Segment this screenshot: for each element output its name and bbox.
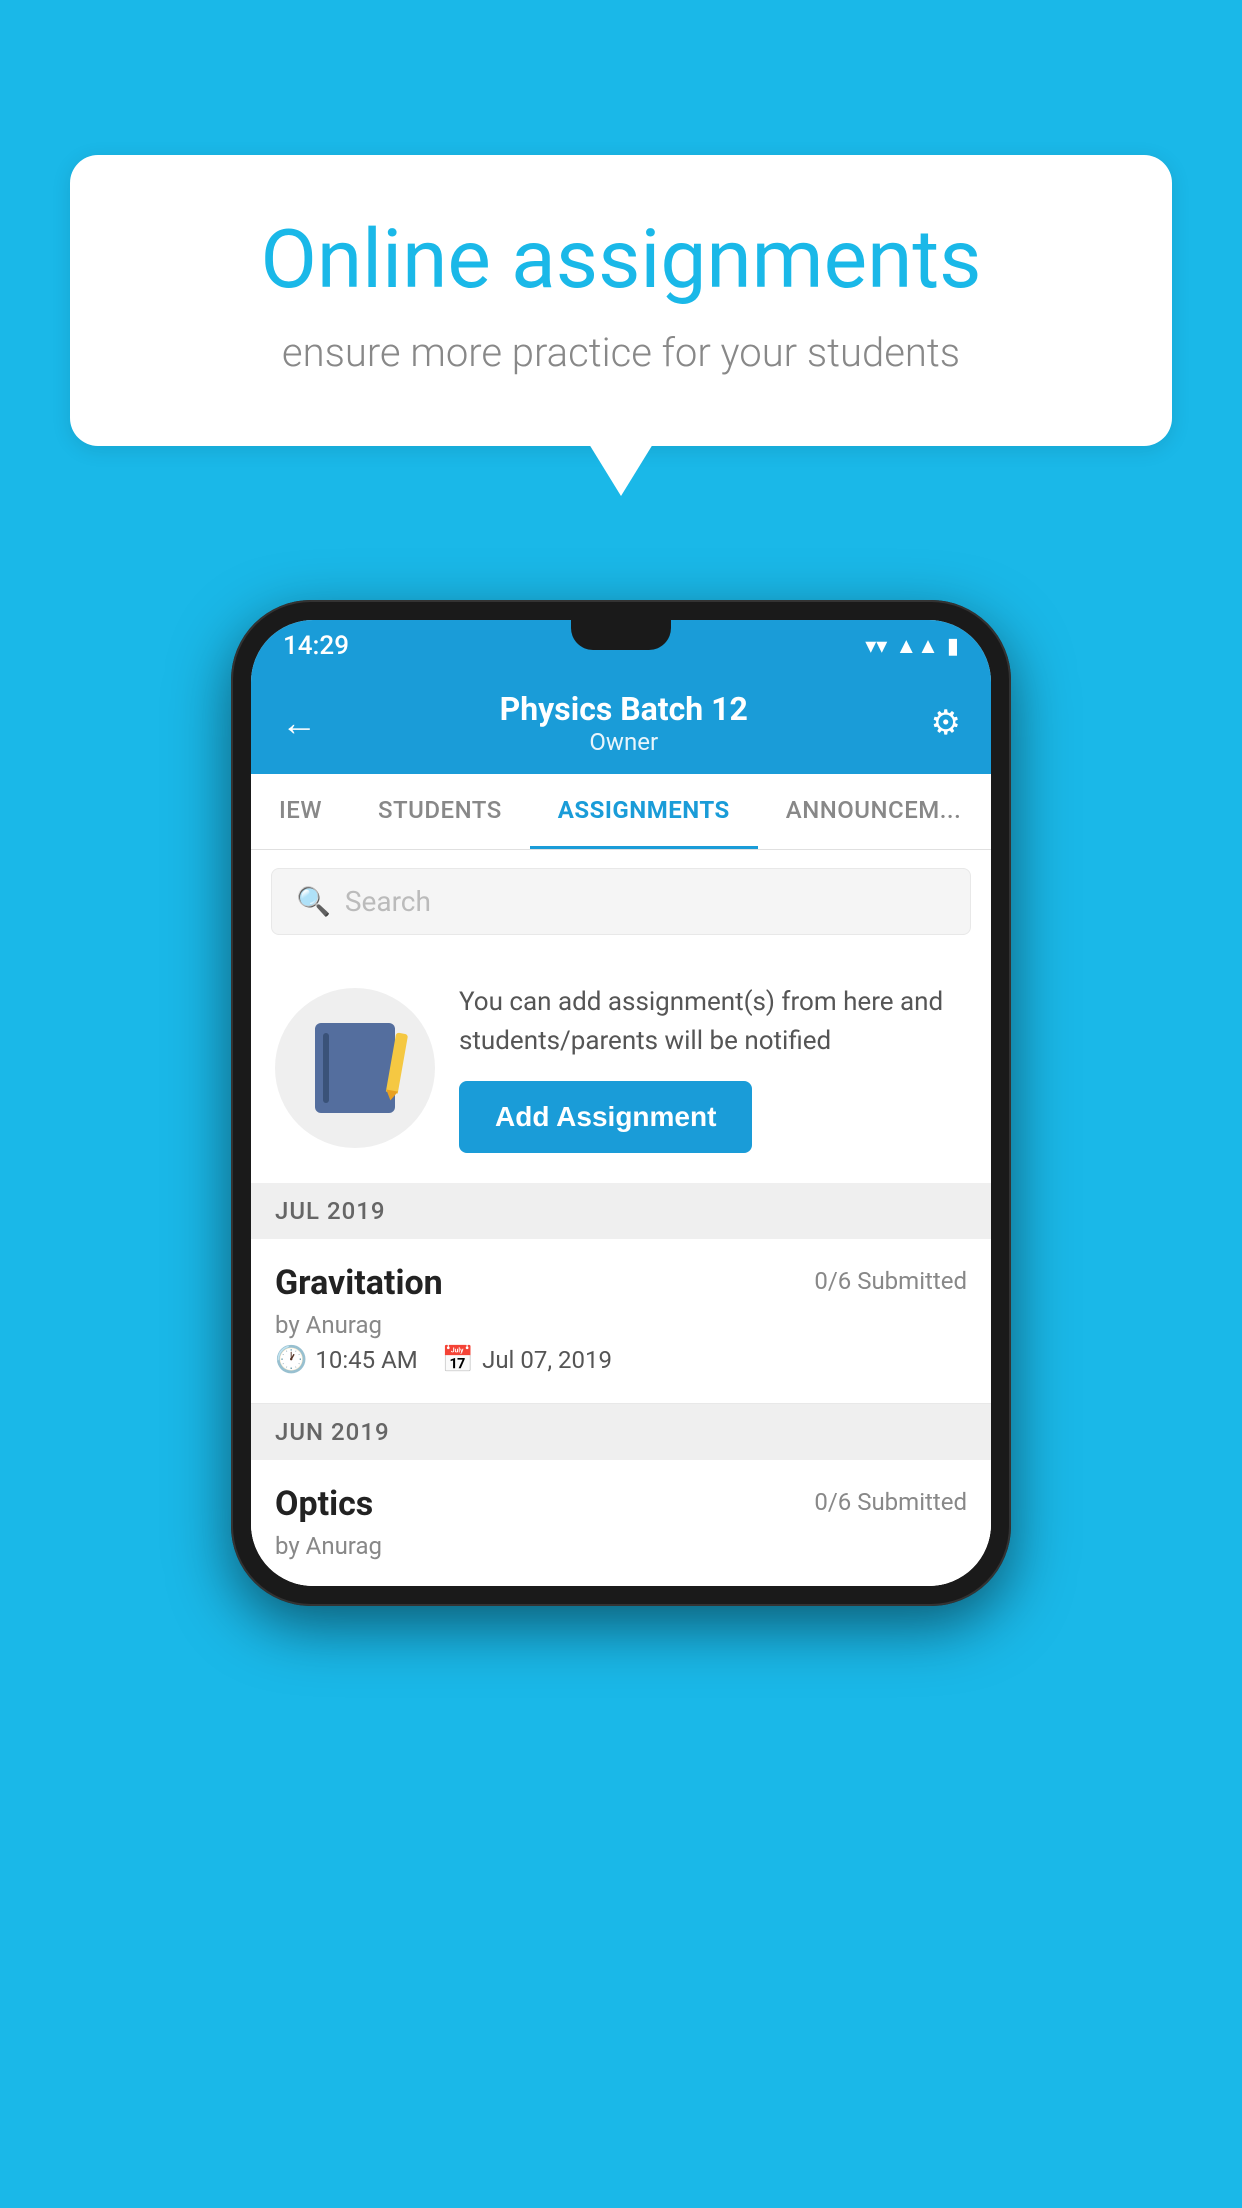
speech-bubble-card: Online assignments ensure more practice … xyxy=(70,155,1172,446)
section-header-jul: JUL 2019 xyxy=(251,1183,991,1239)
assignment-by-gravitation: by Anurag xyxy=(275,1311,967,1339)
promo-description: You can add assignment(s) from here and … xyxy=(459,983,967,1061)
header-center: Physics Batch 12 Owner xyxy=(500,690,748,756)
tab-students[interactable]: STUDENTS xyxy=(350,774,530,849)
search-bar[interactable]: 🔍 Search xyxy=(271,868,971,935)
assignment-submitted-gravitation: 0/6 Submitted xyxy=(814,1267,967,1295)
assignment-optics[interactable]: Optics 0/6 Submitted by Anurag xyxy=(251,1460,991,1586)
clock-icon: 🕐 xyxy=(275,1345,307,1375)
add-assignment-button[interactable]: Add Assignment xyxy=(459,1081,752,1153)
phone-notch xyxy=(571,620,671,650)
notebook-icon xyxy=(315,1023,395,1113)
promo-section: You can add assignment(s) from here and … xyxy=(251,953,991,1183)
section-header-jun: JUN 2019 xyxy=(251,1404,991,1460)
assignment-by-optics: by Anurag xyxy=(275,1532,967,1560)
batch-subtitle: Owner xyxy=(500,728,748,756)
search-bar-wrapper: 🔍 Search xyxy=(251,850,991,953)
assignment-details-gravitation: 🕐 10:45 AM 📅 Jul 07, 2019 xyxy=(275,1345,967,1375)
assignment-optics-top-row: Optics 0/6 Submitted xyxy=(275,1484,967,1524)
bubble-subtitle: ensure more practice for your students xyxy=(150,329,1092,376)
calendar-icon: 📅 xyxy=(442,1345,474,1375)
status-time: 14:29 xyxy=(283,631,349,661)
tab-iew[interactable]: IEW xyxy=(251,774,350,849)
pencil-icon xyxy=(386,1032,408,1093)
speech-bubble-tail xyxy=(589,444,653,496)
assignment-gravitation[interactable]: Gravitation 0/6 Submitted by Anurag 🕐 10… xyxy=(251,1239,991,1404)
search-icon: 🔍 xyxy=(296,885,331,918)
assignment-date-gravitation: 📅 Jul 07, 2019 xyxy=(442,1345,612,1375)
tab-announcements[interactable]: ANNOUNCEM... xyxy=(758,774,989,849)
assignment-submitted-optics: 0/6 Submitted xyxy=(814,1488,967,1516)
tabs-bar: IEW STUDENTS ASSIGNMENTS ANNOUNCEM... xyxy=(251,774,991,850)
promo-icon-circle xyxy=(275,988,435,1148)
assignment-title-optics: Optics xyxy=(275,1484,373,1524)
search-placeholder[interactable]: Search xyxy=(345,885,431,918)
app-header: ← Physics Batch 12 Owner ⚙ xyxy=(251,672,991,774)
phone-outer: 14:29 ▾▾ ▲▲ ▮ ← Physics Batch 12 Owner ⚙… xyxy=(231,600,1011,1606)
speech-bubble-section: Online assignments ensure more practice … xyxy=(70,155,1172,496)
status-icons: ▾▾ ▲▲ ▮ xyxy=(865,633,959,659)
assignment-time-gravitation: 🕐 10:45 AM xyxy=(275,1345,418,1375)
battery-icon: ▮ xyxy=(947,634,959,659)
wifi-icon: ▾▾ xyxy=(865,634,887,659)
assignment-top-row: Gravitation 0/6 Submitted xyxy=(275,1263,967,1303)
assignment-title-gravitation: Gravitation xyxy=(275,1263,443,1303)
promo-text-section: You can add assignment(s) from here and … xyxy=(459,983,967,1153)
back-button[interactable]: ← xyxy=(281,702,317,744)
signal-icon: ▲▲ xyxy=(895,633,939,659)
app-content: 🔍 Search You can add assignment(s) from … xyxy=(251,850,991,1586)
phone-screen: 14:29 ▾▾ ▲▲ ▮ ← Physics Batch 12 Owner ⚙… xyxy=(251,620,991,1586)
settings-icon[interactable]: ⚙ xyxy=(931,703,961,743)
batch-title: Physics Batch 12 xyxy=(500,690,748,728)
bubble-title: Online assignments xyxy=(150,215,1092,305)
phone-mockup: 14:29 ▾▾ ▲▲ ▮ ← Physics Batch 12 Owner ⚙… xyxy=(231,600,1011,1606)
tab-assignments[interactable]: ASSIGNMENTS xyxy=(530,774,758,849)
